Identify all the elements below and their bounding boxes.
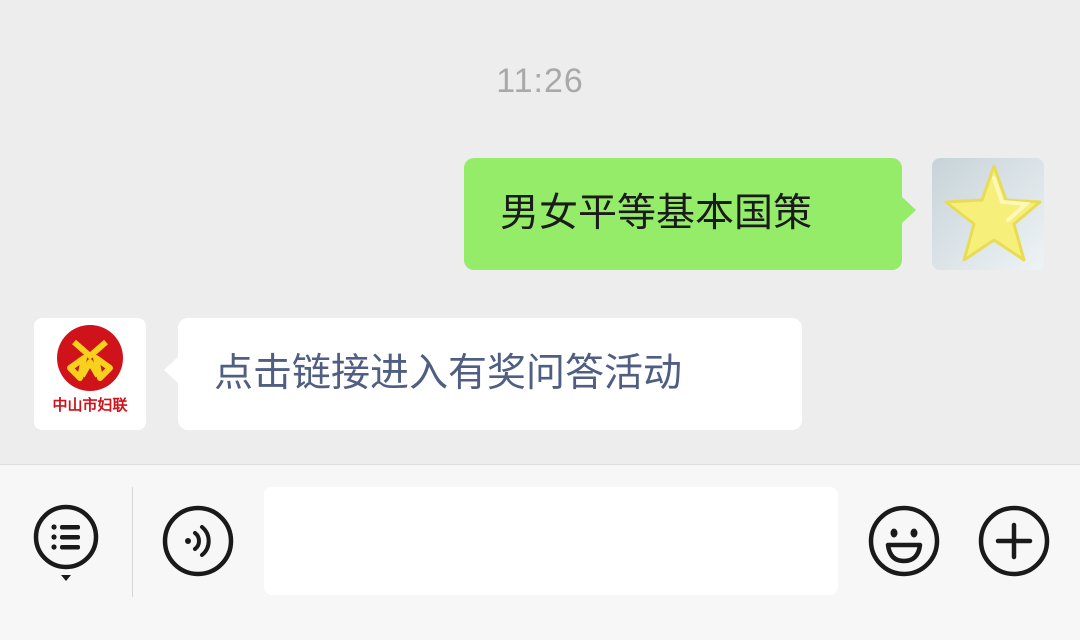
voice-icon	[162, 505, 234, 577]
menu-list-button[interactable]	[32, 503, 100, 589]
outgoing-message-bubble[interactable]: 男女平等基本国策	[464, 158, 916, 270]
menu-list-icon	[33, 504, 99, 581]
chat-area: 11:26 男女平等基本国策 中山市妇联 点击链接进入有奖问答活动	[0, 0, 1080, 464]
incoming-message-bubble[interactable]: 点击链接进入有奖问答活动	[164, 318, 802, 430]
chat-input-bar	[0, 464, 1080, 640]
emoji-icon	[868, 505, 940, 577]
voice-input-button[interactable]	[162, 505, 234, 581]
emoji-button[interactable]	[868, 505, 940, 581]
add-more-button[interactable]	[978, 505, 1050, 581]
add-icon	[978, 505, 1050, 577]
sender-avatar-label: 中山市妇联	[52, 396, 128, 414]
my-avatar[interactable]	[932, 158, 1044, 270]
message-timestamp: 11:26	[496, 62, 584, 100]
message-text-input[interactable]	[264, 487, 838, 595]
star-avatar-icon	[944, 164, 1042, 262]
input-bar-divider	[132, 487, 133, 597]
sender-avatar[interactable]: 中山市妇联	[34, 318, 146, 430]
